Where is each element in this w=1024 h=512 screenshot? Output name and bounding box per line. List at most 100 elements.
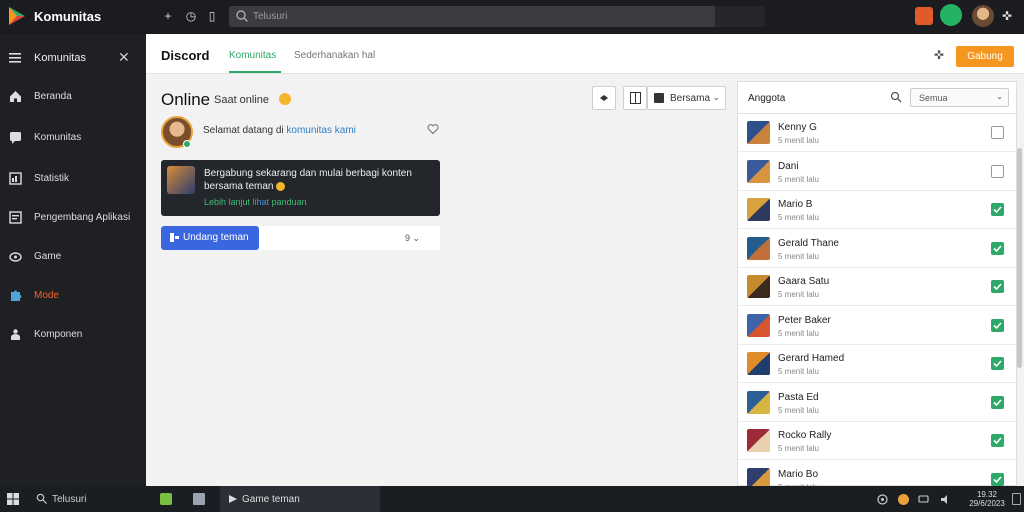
invite-count[interactable]: 9 ⌄ bbox=[405, 233, 420, 244]
taskbar-app-icon[interactable] bbox=[193, 493, 205, 505]
refresh-icon bbox=[600, 95, 608, 101]
search-input[interactable]: Telusuri bbox=[229, 6, 765, 27]
member-checkbox[interactable] bbox=[991, 126, 1004, 139]
search-icon bbox=[236, 10, 248, 22]
document-icon[interactable]: ▯ bbox=[204, 8, 220, 24]
member-checkbox[interactable] bbox=[991, 395, 1004, 409]
tab-simplify[interactable]: Sederhanakan hal bbox=[294, 50, 375, 61]
taskbar-active-app[interactable]: Game teman bbox=[220, 486, 380, 512]
sidebar-item-home[interactable]: Beranda bbox=[0, 82, 146, 112]
member-avatar bbox=[747, 198, 770, 221]
taskbar-app-icon[interactable] bbox=[160, 493, 172, 505]
help-icon[interactable] bbox=[877, 494, 888, 505]
message-link-guide[interactable]: panduan bbox=[269, 197, 307, 207]
section-subtitle: Saat online bbox=[214, 94, 270, 106]
member-checkbox[interactable] bbox=[991, 241, 1004, 255]
message-links: Lebih lanjut lihat panduan bbox=[204, 197, 307, 207]
message-line-2: bersama teman bbox=[204, 181, 286, 192]
member-checkbox[interactable] bbox=[991, 318, 1004, 332]
code-icon bbox=[9, 211, 22, 224]
plus-icon[interactable]: + bbox=[160, 8, 176, 24]
list-item[interactable]: Gaara Satu 5 menit lalu bbox=[738, 268, 1018, 306]
sidebar-item-mode[interactable]: Mode bbox=[0, 281, 146, 311]
people-icon bbox=[11, 329, 20, 340]
list-item[interactable]: Mario B 5 menit lalu bbox=[738, 191, 1018, 229]
sidebar-item-community[interactable]: Komunitas bbox=[0, 123, 146, 153]
sidebar-item-games[interactable]: Game bbox=[0, 242, 146, 272]
join-button[interactable]: Gabung bbox=[956, 46, 1014, 67]
chevron-down-icon: ⌄ bbox=[996, 92, 1003, 101]
invite-count-value: 9 bbox=[405, 233, 411, 243]
taskbar-search-label[interactable]: Telusuri bbox=[52, 494, 86, 505]
invite-button[interactable]: Undang teman bbox=[161, 226, 259, 250]
member-name: Peter Baker bbox=[778, 314, 831, 326]
list-item[interactable]: Gerald Thane 5 menit lalu bbox=[738, 230, 1018, 268]
list-item[interactable]: Dani 5 menit lalu bbox=[738, 153, 1018, 191]
user-avatar[interactable] bbox=[972, 5, 994, 27]
close-icon[interactable]: ✕ bbox=[118, 49, 130, 66]
refresh-button[interactable] bbox=[592, 86, 616, 110]
pin-icon[interactable]: ✜ bbox=[1002, 9, 1012, 23]
message-link-more[interactable]: Lebih lanjut bbox=[204, 197, 253, 207]
notification-center-icon[interactable] bbox=[1012, 493, 1021, 505]
member-checkbox[interactable] bbox=[991, 357, 1004, 370]
page-title: Discord bbox=[161, 48, 210, 63]
sidebar-item-components[interactable]: Komponen bbox=[0, 320, 146, 350]
filter-dropdown[interactable]: Bersama ⌄ bbox=[647, 86, 726, 110]
heart-icon[interactable] bbox=[427, 123, 439, 135]
section-title: Online bbox=[161, 90, 211, 109]
active-tab-indicator bbox=[229, 71, 281, 73]
action-row: Undang teman 9 ⌄ bbox=[161, 226, 440, 250]
members-filter-select[interactable]: Semua ⌄ bbox=[910, 88, 1009, 107]
clock-date: 29/6/2023 bbox=[969, 499, 1005, 508]
online-status-dot bbox=[183, 140, 191, 148]
clock[interactable]: 19.32 29/6/2023 bbox=[966, 490, 1008, 508]
member-checkbox[interactable] bbox=[991, 472, 1004, 486]
search-icon[interactable] bbox=[36, 493, 47, 504]
member-status: 5 menit lalu bbox=[778, 328, 819, 338]
community-link[interactable]: komunitas kami bbox=[286, 125, 355, 136]
member-name: Gerald Thane bbox=[778, 237, 839, 249]
volume-icon[interactable] bbox=[940, 494, 951, 505]
app-logo-icon bbox=[9, 7, 25, 25]
notification-icon[interactable] bbox=[915, 7, 933, 25]
list-item[interactable]: Kenny G 5 menit lalu bbox=[738, 114, 1018, 152]
list-item[interactable]: Pasta Ed 5 menit lalu bbox=[738, 384, 1018, 422]
list-item[interactable]: Gerard Hamed 5 menit lalu bbox=[738, 345, 1018, 383]
member-status: 5 menit lalu bbox=[778, 444, 819, 453]
message-line-1: Bergabung sekarang dan mulai berbagi kon… bbox=[204, 168, 412, 179]
sidebar-item-label: Beranda bbox=[34, 91, 72, 102]
menu-icon[interactable] bbox=[9, 53, 21, 63]
chat-tray-icon[interactable] bbox=[918, 494, 929, 505]
check-icon bbox=[993, 206, 1002, 214]
sidebar-title: Komunitas bbox=[34, 52, 86, 64]
search-icon[interactable] bbox=[890, 91, 902, 103]
member-checkbox[interactable] bbox=[991, 164, 1004, 178]
sidebar-item-stats[interactable]: Statistik bbox=[0, 164, 146, 194]
sidebar-item-developer[interactable]: Pengembang Aplikasi bbox=[0, 203, 146, 233]
member-status: 5 menit lalu bbox=[778, 136, 819, 145]
chat-status-icon[interactable] bbox=[940, 4, 962, 26]
scrollbar[interactable] bbox=[1017, 148, 1022, 368]
message-link-view[interactable]: lihat bbox=[253, 197, 270, 207]
list-item[interactable]: Rocko Rally 5 menit lalu bbox=[738, 422, 1018, 460]
tab-community[interactable]: Komunitas bbox=[229, 50, 276, 61]
member-status: 5 menit lalu bbox=[778, 405, 819, 415]
filter-icon bbox=[654, 93, 664, 103]
sidebar-item-label: Mode bbox=[34, 290, 60, 301]
pin-icon[interactable]: ✜ bbox=[934, 48, 944, 62]
tray-app-icon[interactable] bbox=[898, 494, 909, 505]
check-icon bbox=[993, 475, 1002, 483]
clock-icon[interactable]: ◷ bbox=[183, 8, 199, 24]
member-name: Mario Bo bbox=[778, 468, 819, 480]
sidebar-item-label: Komponen bbox=[34, 329, 83, 340]
windows-start-icon[interactable] bbox=[7, 493, 19, 505]
message-card[interactable]: Bergabung sekarang dan mulai berbagi kon… bbox=[161, 160, 440, 216]
member-checkbox[interactable] bbox=[991, 434, 1004, 447]
check-icon bbox=[993, 398, 1002, 406]
member-avatar bbox=[747, 121, 770, 144]
member-checkbox[interactable] bbox=[991, 280, 1004, 293]
list-item[interactable]: Peter Baker 5 menit lalu bbox=[738, 307, 1018, 345]
member-checkbox[interactable] bbox=[991, 203, 1004, 216]
view-toggle-button[interactable] bbox=[623, 86, 647, 110]
